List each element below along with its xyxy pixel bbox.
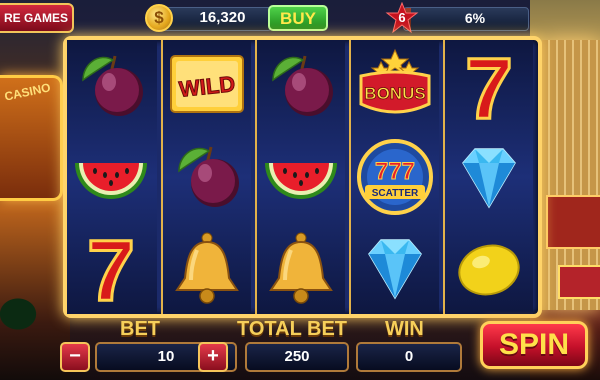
lucky-seven-icon: 7 bbox=[464, 39, 515, 138]
svg-text:7: 7 bbox=[87, 223, 135, 319]
reel-5: 7 bbox=[443, 39, 533, 314]
casino-sign-left: CASINO bbox=[0, 75, 63, 201]
reel-symbol-bell bbox=[257, 222, 345, 313]
coin-icon: $ bbox=[145, 4, 173, 32]
coin-value: 16,320 bbox=[199, 9, 246, 26]
wild-icon: WILD bbox=[170, 54, 244, 113]
reel-symbol-diamond bbox=[445, 131, 533, 222]
scatter-icon: 777 SCATTER bbox=[357, 138, 433, 215]
svg-text:SCATTER: SCATTER bbox=[372, 188, 419, 199]
bet-label: BET bbox=[120, 318, 160, 340]
hotel-sign-right bbox=[546, 195, 600, 249]
watermelon-icon bbox=[265, 162, 337, 199]
buy-button[interactable]: BUY bbox=[268, 5, 328, 31]
reel-symbol-watermelon bbox=[257, 131, 345, 222]
reel-symbol-diamond bbox=[351, 222, 439, 313]
reel-symbol-plum bbox=[257, 40, 345, 131]
reel-symbol-scatter: 777 SCATTER bbox=[351, 131, 439, 222]
bet-decrease-button[interactable]: − bbox=[60, 342, 90, 372]
plum-icon bbox=[82, 55, 143, 116]
bell-icon bbox=[175, 232, 239, 304]
bonus-icon: BONUS bbox=[359, 48, 431, 113]
svg-text:777: 777 bbox=[375, 158, 415, 185]
reel-symbol-wild: WILD bbox=[163, 40, 251, 131]
win-value: 0 bbox=[356, 342, 462, 372]
bet-panel: BET − 10 + TOTAL BET 250 WIN 0 bbox=[45, 318, 475, 380]
plum-icon bbox=[178, 146, 239, 207]
total-bet-label: TOTAL BET bbox=[237, 318, 347, 340]
bet-increase-button[interactable]: + bbox=[198, 342, 228, 372]
lemon-icon bbox=[458, 244, 520, 295]
level-progress-percent: 6% bbox=[464, 10, 486, 26]
plum-icon bbox=[272, 55, 333, 116]
reel-symbol-plum bbox=[163, 131, 251, 222]
reel-3 bbox=[255, 40, 345, 314]
svg-text:7: 7 bbox=[465, 41, 513, 137]
reel-symbol-watermelon bbox=[67, 131, 155, 222]
reel-symbol-bell bbox=[163, 222, 251, 313]
level-progress: 6% 6 bbox=[385, 2, 530, 34]
coin-balance: 16,320 $ BUY bbox=[145, 4, 330, 32]
win-label: WIN bbox=[385, 318, 424, 340]
diamond-icon bbox=[462, 147, 516, 208]
reel-symbol-bonus: BONUS bbox=[351, 40, 439, 131]
svg-text:BONUS: BONUS bbox=[364, 84, 425, 103]
reel-symbol-seven: 7 bbox=[67, 221, 155, 320]
more-games-button[interactable]: RE GAMES bbox=[0, 3, 74, 33]
spin-button[interactable]: SPIN bbox=[480, 321, 588, 369]
slot-reels: 7 WILD BONUS 777 SCATTER 7 bbox=[63, 36, 542, 320]
diamond-icon bbox=[368, 238, 422, 299]
bell-icon bbox=[269, 232, 333, 304]
reel-4: BONUS 777 SCATTER bbox=[349, 40, 439, 314]
reel-1: 7 bbox=[67, 40, 157, 320]
reel-symbol-lemon bbox=[445, 222, 533, 313]
watermelon-icon bbox=[75, 162, 147, 199]
lucky-seven-icon: 7 bbox=[86, 221, 137, 320]
reel-2: WILD bbox=[161, 40, 251, 314]
total-bet-value: 250 bbox=[245, 342, 349, 372]
reel-symbol-seven: 7 bbox=[445, 39, 533, 138]
casino-sign-right bbox=[558, 265, 600, 299]
level-number: 6 bbox=[398, 10, 406, 25]
reel-symbol-plum bbox=[67, 40, 155, 131]
